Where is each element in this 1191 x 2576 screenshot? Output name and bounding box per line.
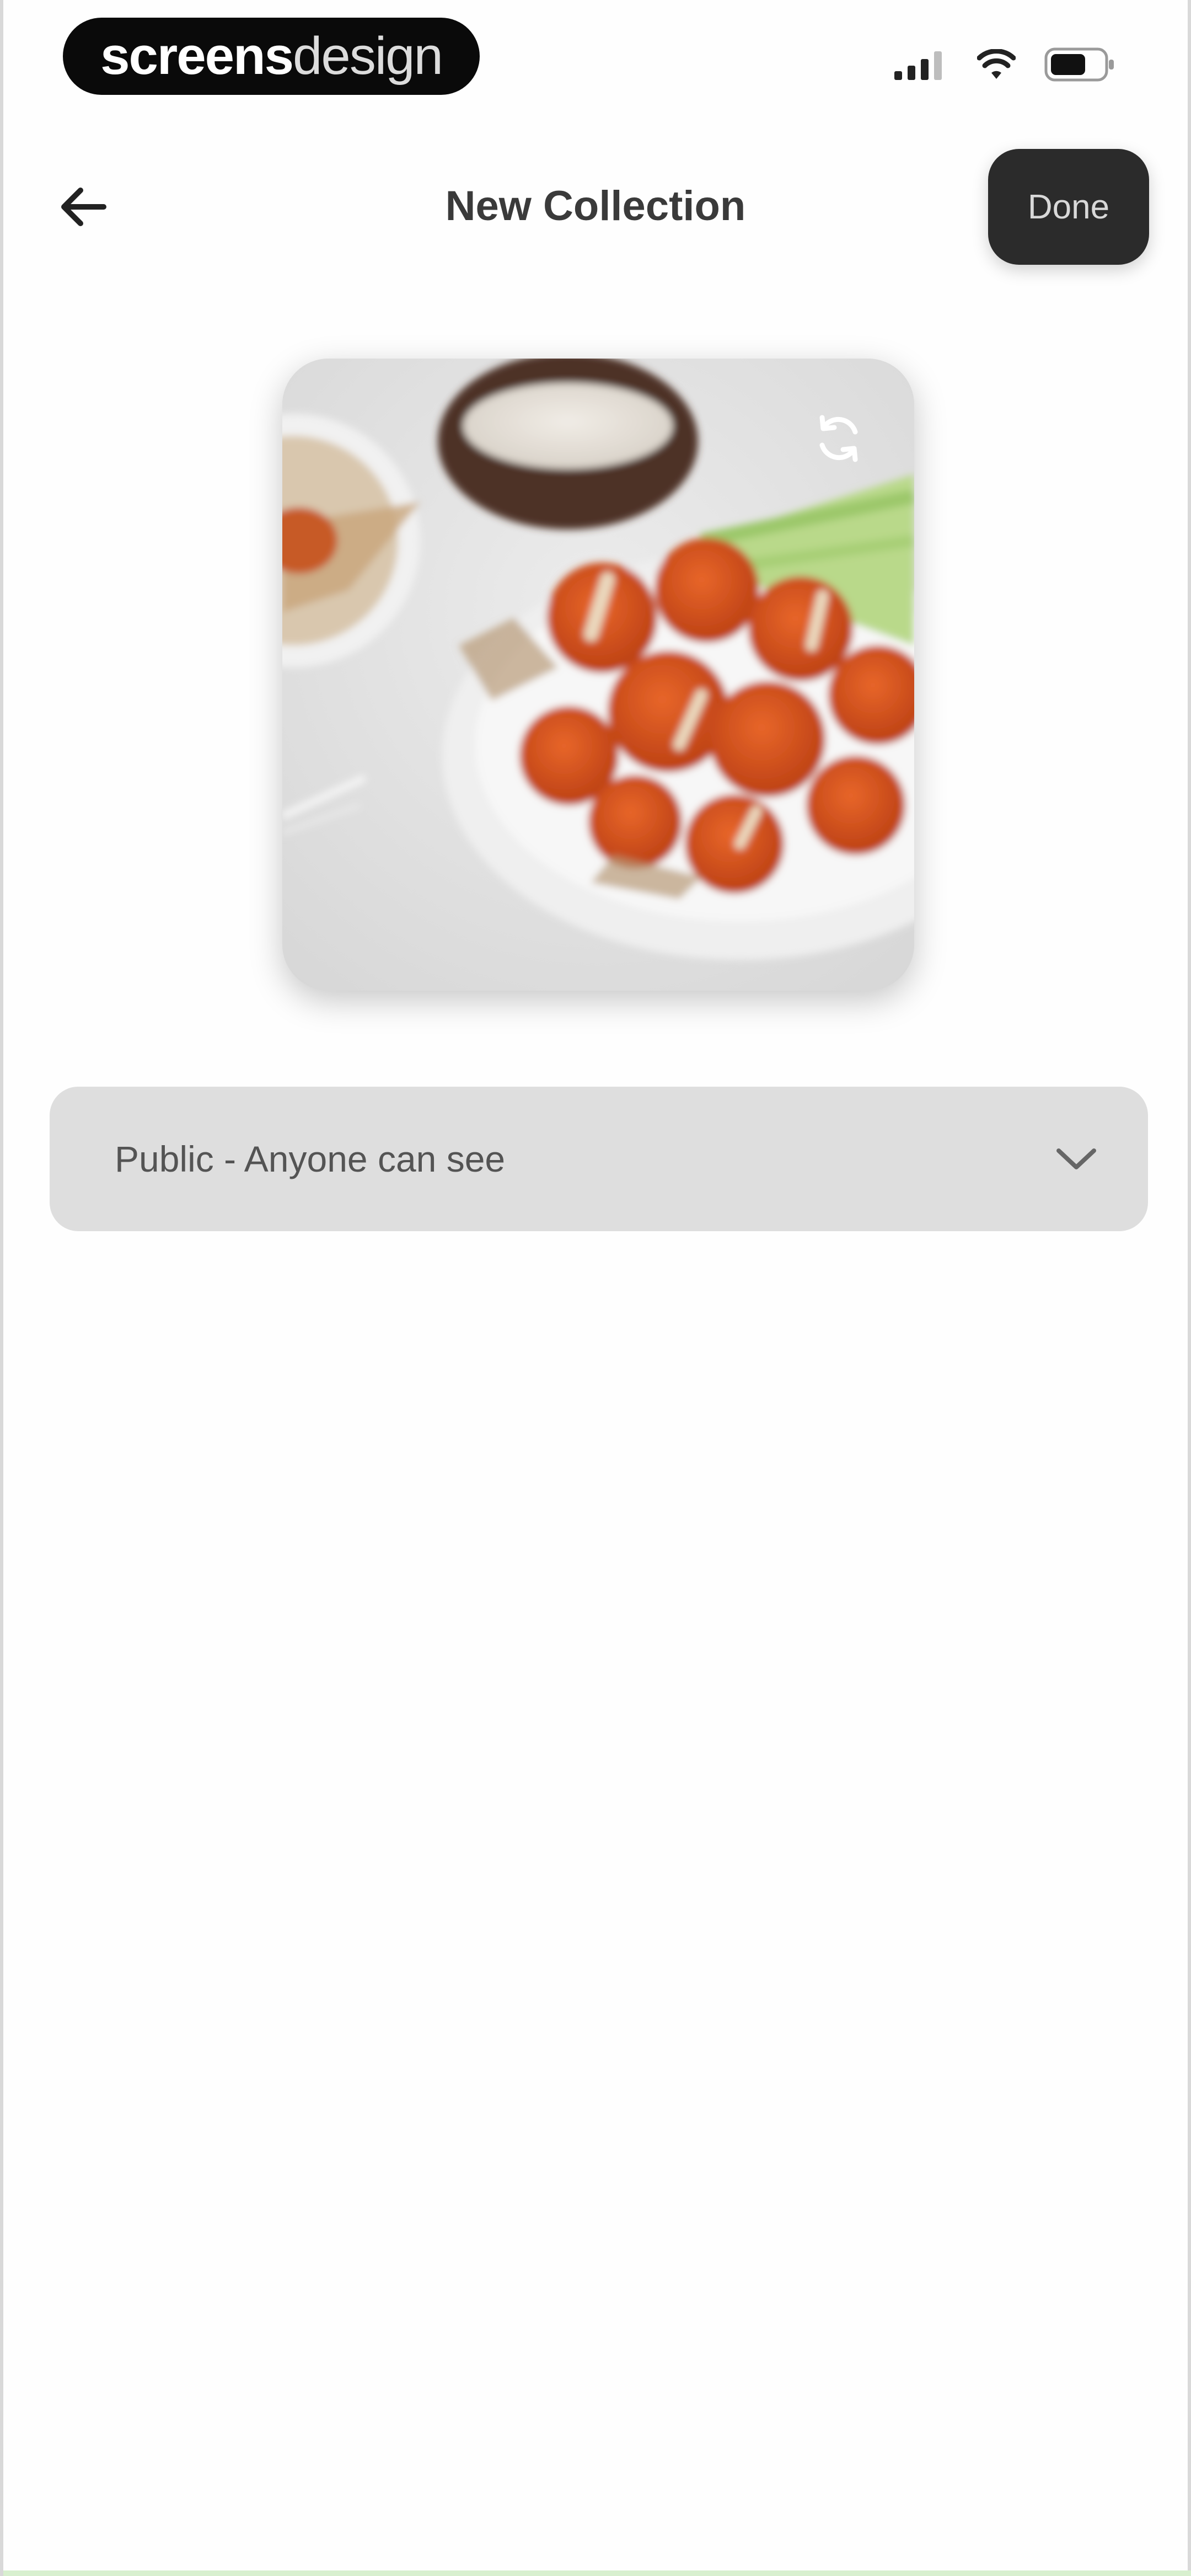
refresh-cover-button[interactable]	[803, 403, 875, 474]
brand-badge-bold: screens	[100, 26, 294, 85]
visibility-selected-value: Public - Anyone can see	[115, 1139, 506, 1179]
brand-badge: screens design	[63, 18, 480, 95]
wifi-icon	[977, 49, 1016, 79]
phone-screen: screens design New Collection Done Publi…	[0, 0, 1191, 2576]
chevron-down-icon	[1056, 1148, 1096, 1169]
bottom-edge	[3, 2570, 1191, 2576]
brand-badge-light: design	[293, 26, 443, 85]
status-icons	[893, 47, 1116, 82]
battery-icon	[1044, 47, 1114, 82]
refresh-icon	[819, 415, 858, 462]
done-button[interactable]: Done	[988, 149, 1149, 265]
signal-icon	[894, 51, 942, 80]
visibility-select[interactable]: Public - Anyone can see	[50, 1087, 1148, 1231]
